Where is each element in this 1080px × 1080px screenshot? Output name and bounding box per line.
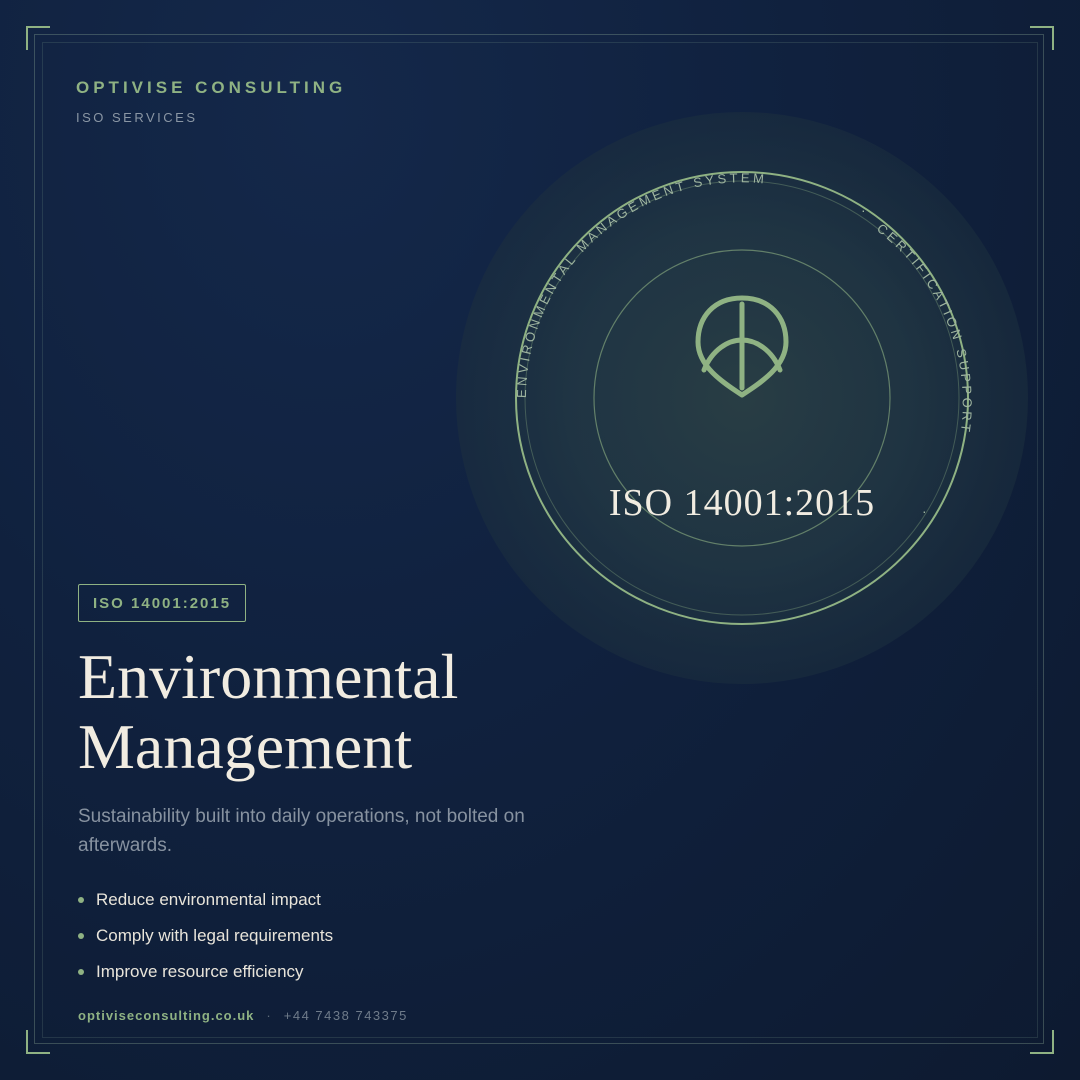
website-link[interactable]: optiviseconsulting.co.uk bbox=[78, 1008, 254, 1023]
certification-seal: ENVIRONMENTAL MANAGEMENT SYSTEM CERTIFIC… bbox=[456, 112, 1028, 684]
corner-bracket-bottom-right bbox=[1030, 1030, 1054, 1054]
page-title-line-1: Environmental bbox=[78, 641, 459, 712]
page-title-line-2: Management bbox=[78, 711, 413, 782]
phone-number[interactable]: +44 7438 743375 bbox=[284, 1008, 408, 1023]
benefit-item: Reduce environmental impact bbox=[78, 886, 333, 922]
seal-ring-separator-2: · bbox=[922, 503, 927, 519]
footer: optiviseconsulting.co.uk · +44 7438 7433… bbox=[78, 1008, 408, 1023]
seal-ring-separator: · bbox=[861, 202, 866, 218]
benefit-list: Reduce environmental impact Comply with … bbox=[78, 886, 333, 994]
brand-subtitle: ISO SERVICES bbox=[76, 110, 198, 125]
seal-glow bbox=[456, 112, 1028, 684]
corner-bracket-top-right bbox=[1030, 26, 1054, 50]
page-title: Environmental Management bbox=[78, 642, 458, 782]
benefit-item: Improve resource efficiency bbox=[78, 958, 333, 994]
seal-standard-label: ISO 14001:2015 bbox=[609, 482, 875, 524]
tagline: Sustainability built into daily operatio… bbox=[78, 806, 525, 856]
corner-bracket-top-left bbox=[26, 26, 50, 50]
footer-separator: · bbox=[266, 1008, 272, 1023]
benefit-item: Comply with legal requirements bbox=[78, 922, 333, 958]
standard-badge: ISO 14001:2015 bbox=[78, 584, 247, 622]
corner-bracket-bottom-left bbox=[26, 1030, 50, 1054]
brand-name: OPTIVISE CONSULTING bbox=[76, 78, 347, 97]
